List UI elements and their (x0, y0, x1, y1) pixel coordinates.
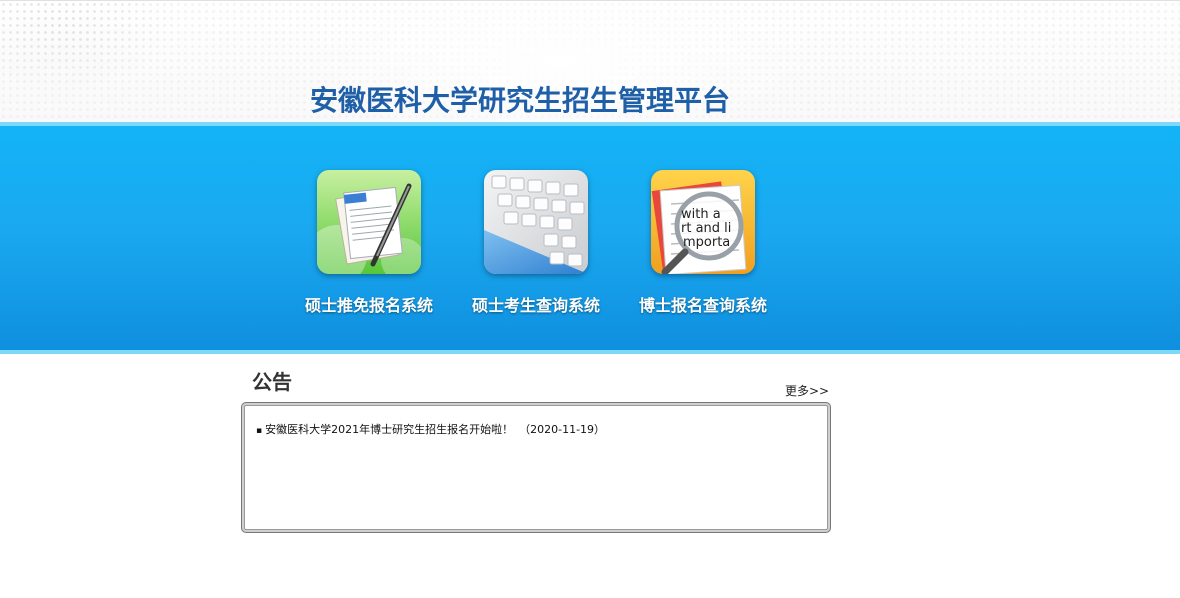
header-banner: 安徽医科大学研究生招生管理平台 (0, 0, 1180, 123)
notice-link[interactable]: 安徽医科大学2021年博士研究生招生报名开始啦！ (265, 423, 513, 436)
system-link-doctor-apply[interactable]: with a rt and li mporta 博士报名查询系统 (628, 170, 778, 316)
site-title: 安徽医科大学研究生招生管理平台 (310, 84, 731, 117)
system-label[interactable]: 博士报名查询系统 (628, 292, 778, 316)
system-label[interactable]: 硕士推免报名系统 (294, 292, 444, 316)
svg-text:rt and li: rt and li (681, 221, 731, 236)
svg-text:mporta: mporta (683, 235, 730, 250)
document-pen-icon[interactable] (317, 170, 421, 274)
svg-text:with a: with a (681, 207, 721, 222)
system-link-master-recommend[interactable]: 硕士推免报名系统 (294, 170, 444, 316)
notice-list: ▪ 安徽医科大学2021年博士研究生招生报名开始啦！ （2020-11-19） (256, 421, 605, 437)
magnifier-icon[interactable]: with a rt and li mporta (651, 170, 755, 274)
notice-title: 公告 (252, 370, 292, 394)
page: 安徽医科大学研究生招生管理平台 硕士推免报名系统 硕士考生查询系统 with a… (0, 0, 1180, 598)
more-link[interactable]: 更多>> (785, 382, 829, 399)
list-item: ▪ 安徽医科大学2021年博士研究生招生报名开始啦！ （2020-11-19） (256, 421, 605, 437)
system-label[interactable]: 硕士考生查询系统 (461, 292, 611, 316)
keyboard-icon[interactable] (484, 170, 588, 274)
bullet-icon: ▪ (256, 426, 263, 436)
system-link-master-query[interactable]: 硕士考生查询系统 (461, 170, 611, 316)
notice-date: （2020-11-19） (519, 423, 606, 436)
notice-box: ▪ 安徽医科大学2021年博士研究生招生报名开始啦！ （2020-11-19） (241, 402, 831, 533)
